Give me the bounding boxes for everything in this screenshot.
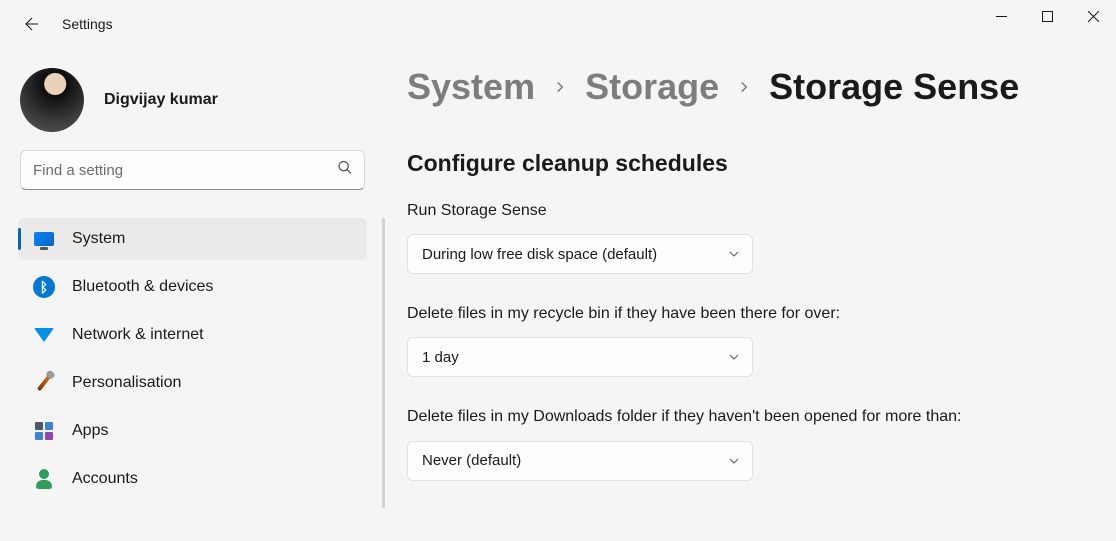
sidebar-item-personalisation[interactable]: Personalisation xyxy=(18,362,367,404)
sidebar-item-label: Personalisation xyxy=(72,374,181,392)
apps-icon xyxy=(32,419,56,443)
setting-run-storage-sense: Run Storage Sense During low free disk s… xyxy=(407,199,1076,274)
sidebar-item-apps[interactable]: Apps xyxy=(18,410,367,452)
search-icon xyxy=(337,160,353,181)
chevron-right-icon xyxy=(737,80,751,94)
dropdown-value: 1 day xyxy=(422,349,459,366)
setting-label: Delete files in my recycle bin if they h… xyxy=(407,302,967,325)
search-box xyxy=(20,150,365,190)
sidebar-item-accounts[interactable]: Accounts xyxy=(18,458,367,500)
chevron-down-icon xyxy=(728,455,740,467)
close-icon xyxy=(1088,11,1099,22)
minimize-icon xyxy=(996,11,1007,22)
minimize-button[interactable] xyxy=(978,0,1024,32)
nav-list: System ᛒ Bluetooth & devices Network & i… xyxy=(18,218,367,500)
avatar xyxy=(20,68,84,132)
breadcrumb-storage[interactable]: Storage xyxy=(585,66,719,108)
setting-recycle-bin: Delete files in my recycle bin if they h… xyxy=(407,302,1076,377)
sidebar-item-label: Bluetooth & devices xyxy=(72,278,213,296)
search-input[interactable] xyxy=(20,150,365,190)
downloads-dropdown[interactable]: Never (default) xyxy=(407,441,753,481)
sidebar-item-label: Accounts xyxy=(72,470,138,488)
maximize-button[interactable] xyxy=(1024,0,1070,32)
window-controls xyxy=(978,0,1116,32)
sidebar-item-bluetooth[interactable]: ᛒ Bluetooth & devices xyxy=(18,266,367,308)
chevron-down-icon xyxy=(728,351,740,363)
breadcrumb: System Storage Storage Sense xyxy=(407,66,1076,108)
user-block[interactable]: Digvijay kumar xyxy=(18,68,367,132)
sidebar: Digvijay kumar System ᛒ Bluetooth & devi… xyxy=(0,48,385,541)
sidebar-scrollbar[interactable] xyxy=(382,218,385,508)
bluetooth-icon: ᛒ xyxy=(32,275,56,299)
setting-label: Run Storage Sense xyxy=(407,199,967,222)
setting-downloads: Delete files in my Downloads folder if t… xyxy=(407,405,1076,480)
sidebar-item-network[interactable]: Network & internet xyxy=(18,314,367,356)
setting-label: Delete files in my Downloads folder if t… xyxy=(407,405,967,428)
chevron-down-icon xyxy=(728,248,740,260)
paintbrush-icon xyxy=(32,371,56,395)
chevron-right-icon xyxy=(553,80,567,94)
system-icon xyxy=(32,227,56,251)
maximize-icon xyxy=(1042,11,1053,22)
close-button[interactable] xyxy=(1070,0,1116,32)
section-heading: Configure cleanup schedules xyxy=(407,150,1076,177)
recycle-bin-dropdown[interactable]: 1 day xyxy=(407,337,753,377)
sidebar-item-label: Network & internet xyxy=(72,326,204,344)
breadcrumb-current: Storage Sense xyxy=(769,66,1019,108)
user-name: Digvijay kumar xyxy=(104,91,218,109)
run-storage-sense-dropdown[interactable]: During low free disk space (default) xyxy=(407,234,753,274)
back-arrow-icon xyxy=(23,15,41,33)
wifi-icon xyxy=(32,323,56,347)
dropdown-value: Never (default) xyxy=(422,452,521,469)
sidebar-item-label: Apps xyxy=(72,422,108,440)
sidebar-item-system[interactable]: System xyxy=(18,218,367,260)
dropdown-value: During low free disk space (default) xyxy=(422,246,657,263)
back-button[interactable] xyxy=(18,10,46,38)
sidebar-item-label: System xyxy=(72,230,125,248)
breadcrumb-system[interactable]: System xyxy=(407,66,535,108)
content: System Storage Storage Sense Configure c… xyxy=(385,48,1116,541)
title-bar: Settings xyxy=(0,0,1116,48)
accounts-icon xyxy=(32,467,56,491)
app-title: Settings xyxy=(62,16,113,32)
